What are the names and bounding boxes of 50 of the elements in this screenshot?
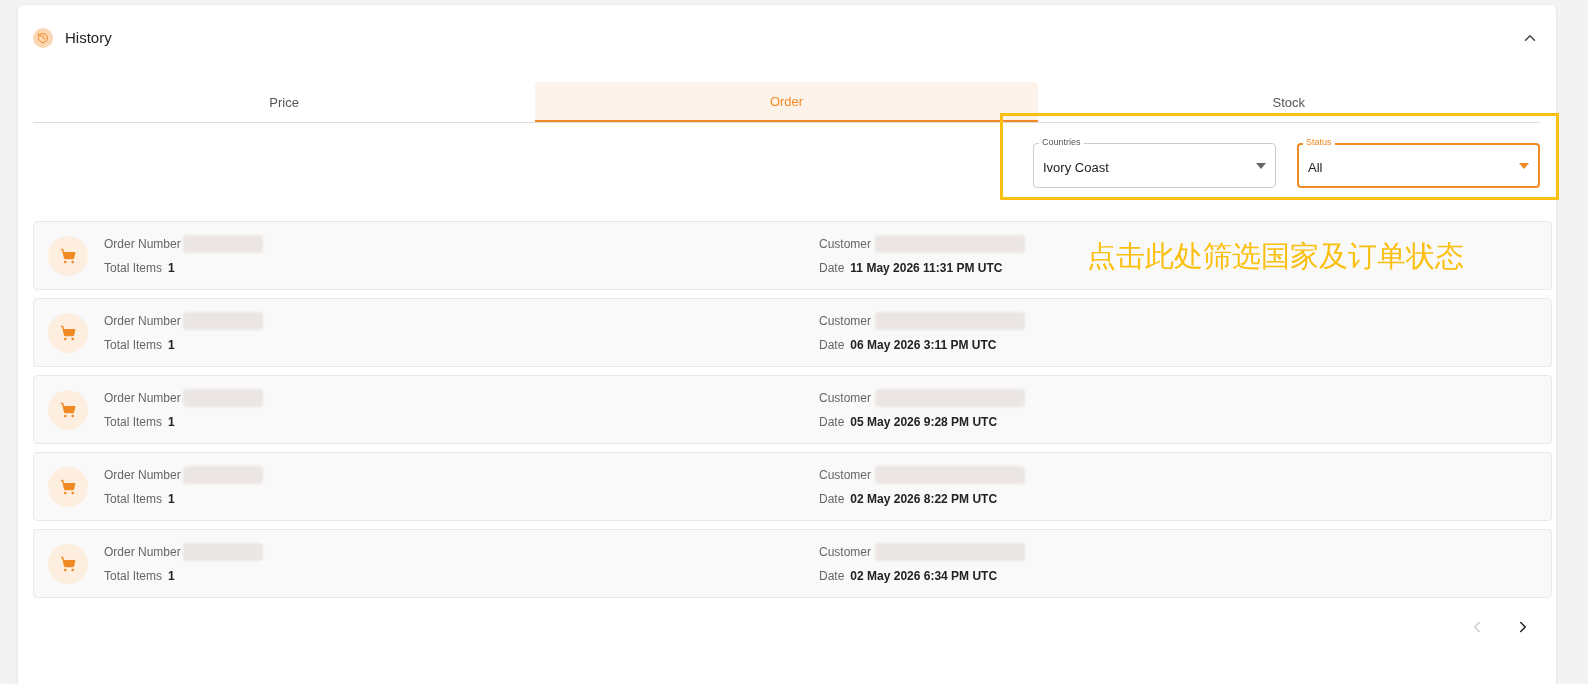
tab[interactable]: Price bbox=[33, 82, 536, 122]
field-label: Date bbox=[819, 567, 845, 585]
field-value: All bbox=[1308, 158, 1323, 177]
field-label: Date bbox=[819, 413, 845, 431]
cart-icon bbox=[48, 543, 88, 584]
item-count: 1 bbox=[168, 259, 175, 277]
field-label: Countries bbox=[1039, 136, 1084, 148]
item-count: 1 bbox=[168, 413, 175, 431]
field-label: Order Number bbox=[104, 543, 181, 561]
field-label: Status bbox=[1303, 136, 1335, 148]
cart-icon bbox=[48, 466, 88, 507]
field-label: Total Items bbox=[104, 490, 163, 508]
field-label: Total Items bbox=[104, 413, 163, 431]
field-label: Date bbox=[819, 336, 845, 354]
annotation-text: 点击此处筛选国家及订单状态 bbox=[1087, 239, 1464, 274]
field-label: Order Number bbox=[104, 466, 181, 484]
cart-icon bbox=[48, 312, 88, 353]
order-row[interactable]: Order Number Total Items 1 Customer Date 02 May 2026 8:22 PM UTC bbox=[33, 452, 1552, 521]
order-date: 02 May 2026 8:22 PM UTC bbox=[850, 490, 998, 508]
order-row[interactable]: Order Number Total Items 1 Customer Date 02 May 2026 6:34 PM UTC bbox=[33, 529, 1552, 598]
order-date: 11 May 2026 11:31 PM UTC bbox=[850, 259, 1003, 277]
field-label: Customer bbox=[819, 389, 871, 407]
item-count: 1 bbox=[168, 336, 175, 354]
tab[interactable]: Stock bbox=[1037, 82, 1540, 122]
order-row[interactable]: Order Number Total Items 1 Customer Date 05 May 2026 9:28 PM UTC bbox=[33, 375, 1552, 444]
field-label: Date bbox=[819, 490, 845, 508]
history-icon bbox=[33, 28, 53, 48]
cart-icon bbox=[48, 389, 88, 430]
item-count: 1 bbox=[168, 490, 175, 508]
field-label: Customer bbox=[819, 466, 871, 484]
field-label: Order Number bbox=[104, 389, 181, 407]
field-label: Customer bbox=[819, 312, 871, 330]
order-date: 06 May 2026 3:11 PM UTC bbox=[850, 336, 997, 354]
field-label: Date bbox=[819, 259, 845, 277]
field-label: Total Items bbox=[104, 567, 163, 585]
item-count: 1 bbox=[168, 567, 175, 585]
field-label: Customer bbox=[819, 543, 871, 561]
order-date: 02 May 2026 6:34 PM UTC bbox=[850, 567, 998, 585]
section-title: History bbox=[65, 27, 112, 48]
field-label: Total Items bbox=[104, 259, 163, 277]
field-label: Order Number bbox=[104, 312, 181, 330]
order-date: 05 May 2026 9:28 PM UTC bbox=[850, 413, 998, 431]
order-row[interactable]: Order Number Total Items 1 Customer Date 06 May 2026 3:11 PM UTC bbox=[33, 298, 1552, 367]
field-label: Order Number bbox=[104, 235, 181, 253]
caret-icon bbox=[1519, 162, 1529, 169]
field-label: Customer bbox=[819, 235, 871, 253]
cart-icon bbox=[48, 235, 88, 276]
field-label: Total Items bbox=[104, 336, 163, 354]
caret-icon bbox=[1256, 162, 1266, 169]
field-value: Ivory Coast bbox=[1043, 158, 1109, 177]
